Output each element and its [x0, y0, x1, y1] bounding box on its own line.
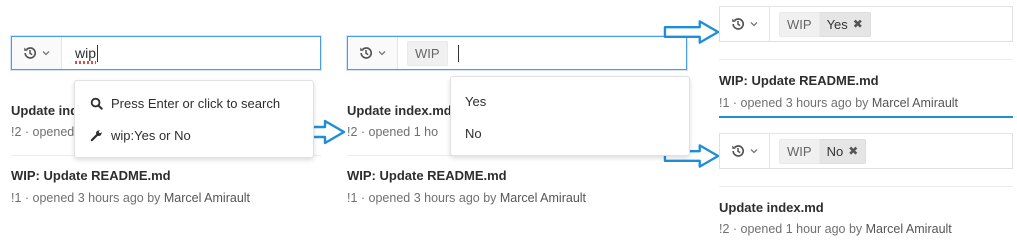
close-icon[interactable]: ✖ — [848, 144, 858, 158]
mr-meta-text: !2 · opened 1 hour ago by — [719, 222, 866, 236]
filter-bar-panel2[interactable]: WIP — [347, 36, 687, 70]
filter-input[interactable]: wip — [62, 37, 320, 69]
text-caret — [457, 44, 459, 62]
list-divider — [719, 186, 1013, 187]
filter-input-text: wip — [71, 45, 97, 64]
recent-searches-button[interactable] — [348, 37, 398, 69]
filter-token-value-label: Yes — [826, 16, 848, 32]
mr-meta-text: !1 · opened 3 hours ago by — [719, 96, 872, 110]
mr-meta-text: !1 · opened 3 hours ago by — [11, 191, 164, 205]
recent-searches-button[interactable] — [12, 37, 62, 69]
filter-token-name[interactable]: WIP — [407, 40, 448, 66]
filter-token-value[interactable]: Yes ✖ — [819, 11, 871, 37]
mr-title[interactable]: WIP: Update README.md — [347, 168, 507, 183]
history-icon — [22, 45, 38, 61]
chevron-down-icon — [377, 48, 387, 58]
filter-bar-panel1[interactable]: wip — [11, 36, 321, 70]
arrow-icon — [663, 19, 721, 45]
mr-author[interactable]: Marcel Amirault — [164, 191, 250, 205]
filter-token-name[interactable]: WIP — [779, 138, 820, 164]
text-caret — [97, 44, 99, 62]
recent-searches-button[interactable] — [720, 134, 770, 168]
mr-meta: !2 · opened 1 hour ago by Marcel Amiraul… — [719, 222, 952, 236]
filter-suggestions-dropdown: Press Enter or click to search wip:Yes o… — [74, 80, 314, 158]
mr-meta: !1 · opened 3 hours ago by Marcel Amirau… — [11, 191, 250, 205]
wip-filter-suggestion[interactable]: wip:Yes or No — [75, 119, 313, 151]
mr-meta: !2 · opened 1 ho — [347, 125, 439, 139]
filter-bar-panel3[interactable]: WIP Yes ✖ — [719, 6, 1013, 42]
recent-searches-button[interactable] — [720, 7, 770, 41]
mr-author[interactable]: Marcel Amirault — [872, 96, 958, 110]
filter-input[interactable]: WIP No ✖ — [770, 134, 1012, 168]
mr-meta-text: !1 · opened 3 hours ago by — [347, 191, 500, 205]
history-icon — [730, 143, 746, 159]
chevron-down-icon — [41, 48, 51, 58]
close-icon[interactable]: ✖ — [853, 17, 863, 31]
mr-meta: !1 · opened 3 hours ago by Marcel Amirau… — [347, 191, 586, 205]
wip-options-dropdown: Yes No — [450, 76, 690, 156]
search-suggestion[interactable]: Press Enter or click to search — [75, 87, 313, 119]
mr-title[interactable]: Update index.md — [719, 200, 824, 215]
wip-option-no[interactable]: No — [451, 117, 689, 149]
filter-token-name[interactable]: WIP — [779, 11, 820, 37]
mr-meta: !2 · opened — [11, 125, 75, 139]
history-icon — [358, 45, 374, 61]
filter-input[interactable]: WIP — [398, 37, 686, 69]
list-divider — [719, 59, 1013, 60]
chevron-down-icon — [749, 146, 759, 156]
history-icon — [730, 16, 746, 32]
filter-token-value[interactable]: No ✖ — [819, 138, 867, 164]
mr-author[interactable]: Marcel Amirault — [500, 191, 586, 205]
mr-title[interactable]: Update ind — [11, 103, 78, 118]
mr-meta: !1 · opened 3 hours ago by Marcel Amirau… — [719, 96, 958, 110]
filter-input[interactable]: WIP Yes ✖ — [770, 7, 1012, 41]
chevron-down-icon — [749, 19, 759, 29]
search-icon — [89, 97, 103, 110]
search-suggestion-label: Press Enter or click to search — [111, 95, 281, 111]
filter-token-value-label: No — [826, 143, 844, 159]
filter-bar-panel4[interactable]: WIP No ✖ — [719, 133, 1013, 169]
mr-title[interactable]: WIP: Update README.md — [719, 73, 879, 88]
wip-option-yes[interactable]: Yes — [451, 85, 689, 117]
wrench-icon — [89, 129, 103, 142]
mr-title[interactable]: WIP: Update README.md — [11, 168, 171, 183]
mr-title[interactable]: Update index.md — [347, 103, 452, 118]
mr-author[interactable]: Marcel Amirault — [866, 222, 952, 236]
wip-filter-suggestion-label: wip:Yes or No — [111, 127, 191, 143]
section-divider — [719, 116, 1013, 118]
